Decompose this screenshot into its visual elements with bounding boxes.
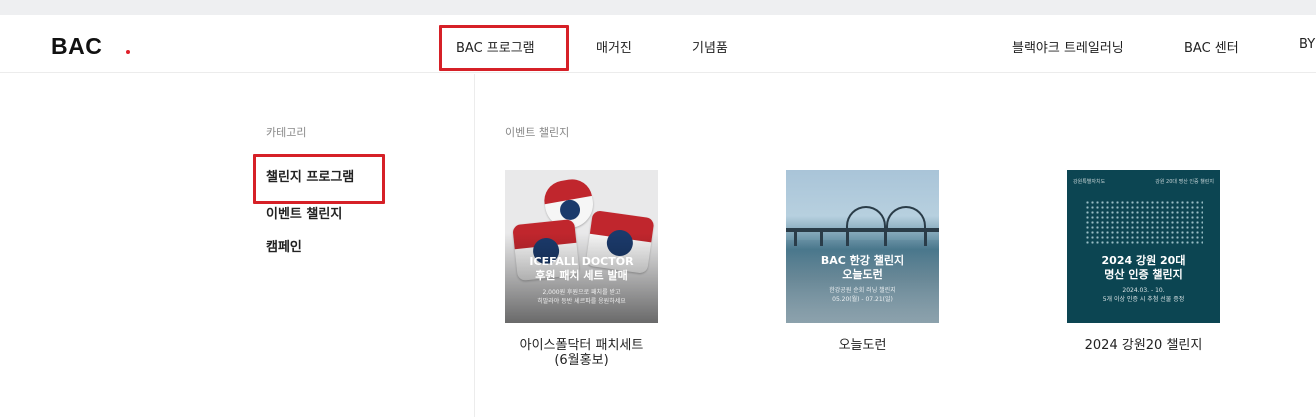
site-header: BAC BAC 프로그램 매거진 기념품 블랙야크 트레일러닝 BAC 센터 B…	[0, 15, 1316, 73]
card-caption[interactable]: 오늘도런	[746, 338, 979, 353]
overlay-subtitle: 한강공원 순회 러닝 챌린지	[829, 287, 896, 294]
overlay-title: BAC 한강 챌린지	[820, 254, 905, 267]
nav-by[interactable]: BY	[1299, 37, 1315, 52]
overlay-title: ICEFALL DOCTOR	[529, 255, 634, 268]
nav-trail-running[interactable]: 블랙야크 트레일러닝	[1012, 37, 1124, 56]
overlay-subtitle: 2,000원 후원으로 패치를 받고	[542, 289, 621, 296]
section-label: 이벤트 챌린지	[505, 126, 570, 139]
tiny-top-left: 강원특별자치도	[1073, 179, 1106, 185]
card-caption[interactable]: 2024 강원20 챌린지	[1027, 338, 1260, 353]
event-card-icefall[interactable]: ICEFALL DOCTOR 후원 패치 세트 발매 2,000원 후원으로 패…	[505, 170, 658, 368]
nav-magazine[interactable]: 매거진	[596, 37, 632, 56]
tiny-top-right: 강원 20대 명산 인증 챌린지	[1155, 179, 1214, 185]
category-event-challenge[interactable]: 이벤트 챌린지	[266, 203, 342, 222]
gangwon-challenge-image: 강원특별자치도 강원 20대 명산 인증 챌린지 2024 강원 20대 명산 …	[1067, 170, 1220, 323]
event-card-hangang[interactable]: BAC 한강 챌린지 오늘도런 한강공원 순회 러닝 챌린지 05.20(월) …	[786, 170, 939, 353]
mountain-dot-pattern	[1085, 200, 1203, 246]
nav-bac-program[interactable]: BAC 프로그램	[439, 25, 569, 71]
category-panel	[0, 74, 475, 417]
overlay-title: 명산 인증 챌린지	[1104, 268, 1183, 281]
overlay-title: 후원 패치 세트 발매	[535, 269, 628, 282]
overlay-title: 오늘도런	[842, 268, 883, 281]
logo-dot	[126, 50, 130, 54]
icefall-patch-image: ICEFALL DOCTOR 후원 패치 세트 발매 2,000원 후원으로 패…	[505, 170, 658, 323]
event-card-gangwon[interactable]: 강원특별자치도 강원 20대 명산 인증 챌린지 2024 강원 20대 명산 …	[1067, 170, 1220, 353]
browser-top-strip	[0, 0, 1316, 15]
site-logo[interactable]: BAC	[51, 33, 102, 60]
overlay-subtitle: 2024.03. - 10.	[1122, 287, 1165, 294]
overlay-title: 2024 강원 20대	[1101, 254, 1186, 267]
overlay-subtitle: 히말라야 등반 셰르파를 응원하세요	[537, 298, 626, 305]
nav-souvenir[interactable]: 기념품	[692, 37, 728, 56]
category-challenge-program[interactable]: 챌린지 프로그램	[252, 154, 386, 204]
category-label: 카테고리	[266, 126, 307, 139]
nav-bac-center[interactable]: BAC 센터	[1184, 37, 1239, 56]
category-campaign[interactable]: 캠페인	[266, 236, 302, 255]
overlay-subtitle: 5개 이상 인증 시 추첨 선물 증정	[1102, 296, 1185, 303]
card-caption[interactable]: 아이스폴닥터 패치세트 (6월홍보)	[465, 338, 698, 368]
hangang-bridge-image: BAC 한강 챌린지 오늘도런 한강공원 순회 러닝 챌린지 05.20(월) …	[786, 170, 939, 323]
overlay-subtitle: 05.20(월) - 07.21(일)	[832, 296, 893, 303]
